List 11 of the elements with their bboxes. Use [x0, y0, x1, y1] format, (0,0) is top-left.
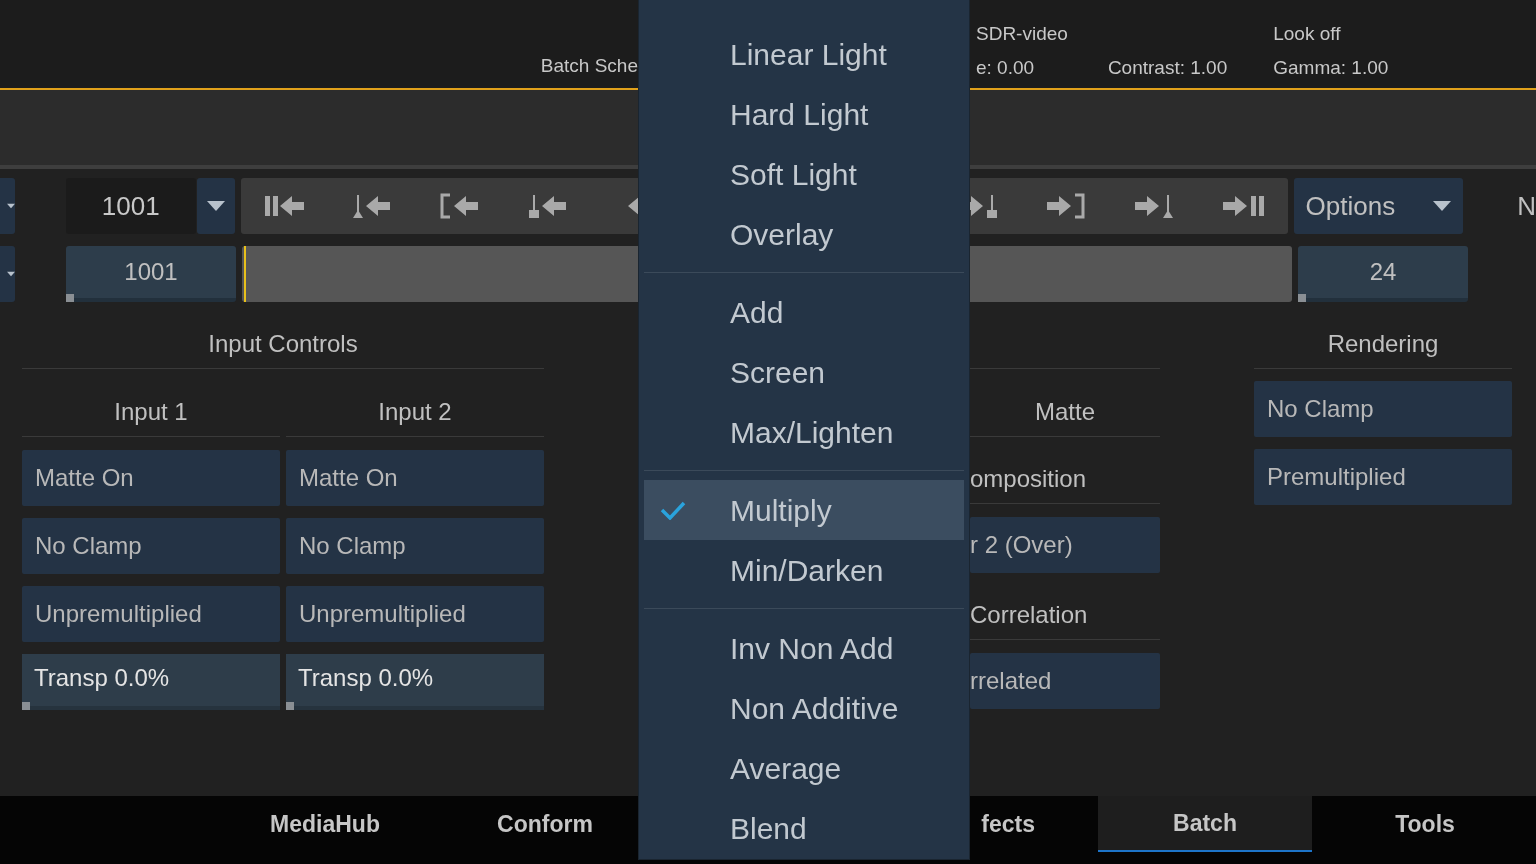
column-title: Input 1	[22, 390, 280, 437]
toolbar-label: N	[1517, 189, 1536, 223]
section-title: Rendering	[1254, 330, 1512, 369]
viewer-label: Batch Sche	[539, 54, 638, 78]
viewer-setting: e: 0.00	[976, 56, 1036, 80]
viewer-setting: Gamma: 1.00	[1273, 56, 1389, 80]
section-title: Input Controls	[22, 330, 544, 369]
viewer-setting: SDR-video	[976, 22, 1068, 46]
viewer-setting: Look off	[1273, 22, 1342, 46]
viewer-setting: Contrast: 1.00	[1107, 56, 1228, 80]
column-title: Input 2	[286, 390, 544, 437]
